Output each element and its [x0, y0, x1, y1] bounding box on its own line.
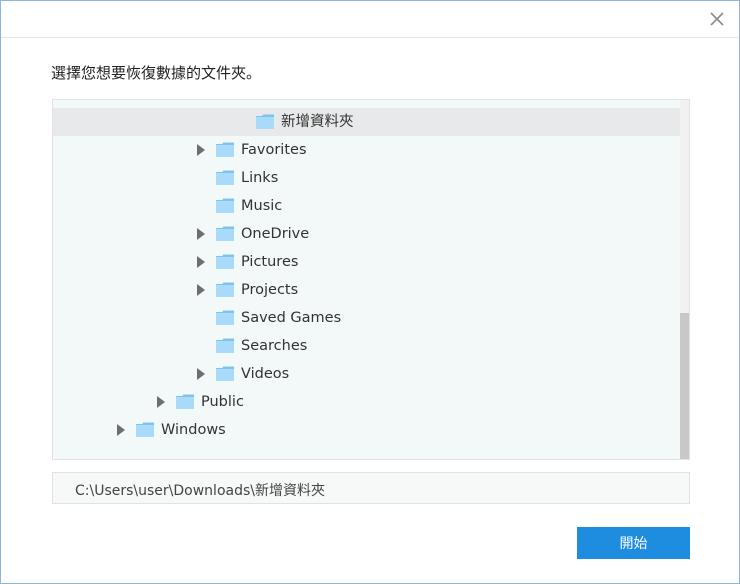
folder-icon: [256, 114, 274, 129]
selected-path-field[interactable]: C:\Users\user\Downloads\新增資料夾: [52, 472, 690, 504]
tree-scrollbar[interactable]: [680, 100, 689, 459]
tree-item-public[interactable]: Public: [53, 388, 681, 416]
tree-item-label: Saved Games: [241, 310, 342, 326]
tree-item-label: Projects: [241, 282, 299, 298]
close-button[interactable]: [707, 9, 727, 29]
tree-item-label: Public: [201, 394, 244, 410]
tree-item-windows[interactable]: Windows: [53, 416, 681, 444]
folder-icon: [216, 198, 234, 213]
tree-item-new-folder[interactable]: 新增資料夾: [53, 108, 681, 136]
tree-item-label: Links: [241, 170, 279, 186]
expand-arrow-icon[interactable]: [197, 228, 205, 240]
folder-icon: [216, 142, 234, 157]
selected-path-text: C:\Users\user\Downloads\新增資料夾: [75, 483, 325, 499]
folder-icon: [216, 366, 234, 381]
tree-item-videos[interactable]: Videos: [53, 360, 681, 388]
tree-item-searches[interactable]: Searches: [53, 332, 681, 360]
tree-item-label: OneDrive: [241, 226, 310, 242]
tree-item-music[interactable]: Music: [53, 192, 681, 220]
expand-arrow-icon[interactable]: [197, 284, 205, 296]
folder-icon: [216, 338, 234, 353]
folder-icon: [216, 226, 234, 241]
tree-item-label: Searches: [241, 338, 308, 354]
expand-arrow-icon[interactable]: [197, 144, 205, 156]
tree-item-favorites[interactable]: Favorites: [53, 136, 681, 164]
tree-item-label: Windows: [161, 422, 226, 438]
folder-tree[interactable]: 新增資料夾 Favorites Links Music OneDrive Pic…: [52, 99, 690, 460]
tree-item-projects[interactable]: Projects: [53, 276, 681, 304]
folder-icon: [176, 394, 194, 409]
folder-icon: [216, 170, 234, 185]
tree-scrollbar-thumb[interactable]: [680, 313, 689, 459]
expand-arrow-icon[interactable]: [197, 256, 205, 268]
tree-item-label: Pictures: [241, 254, 299, 270]
title-bar: [1, 1, 739, 38]
tree-item-pictures[interactable]: Pictures: [53, 248, 681, 276]
tree-item-saved-games[interactable]: Saved Games: [53, 304, 681, 332]
dialog-prompt: 選擇您想要恢復數據的文件夾。: [51, 64, 262, 82]
close-icon: [710, 12, 724, 26]
folder-icon: [216, 282, 234, 297]
tree-item-onedrive[interactable]: OneDrive: [53, 220, 681, 248]
tree-item-links[interactable]: Links: [53, 164, 681, 192]
tree-item-label: 新增資料夾: [281, 114, 354, 130]
folder-icon: [216, 254, 234, 269]
expand-arrow-icon[interactable]: [117, 424, 125, 436]
expand-arrow-icon[interactable]: [197, 368, 205, 380]
recover-folder-dialog: 選擇您想要恢復數據的文件夾。 新增資料夾 Favorites Links Mus…: [0, 0, 740, 584]
tree-item-label: Favorites: [241, 142, 307, 158]
tree-item-label: Music: [241, 198, 283, 214]
expand-arrow-icon[interactable]: [157, 396, 165, 408]
start-button[interactable]: 開始: [577, 527, 690, 559]
folder-icon: [136, 422, 154, 437]
tree-item-label: Videos: [241, 366, 290, 382]
folder-icon: [216, 310, 234, 325]
